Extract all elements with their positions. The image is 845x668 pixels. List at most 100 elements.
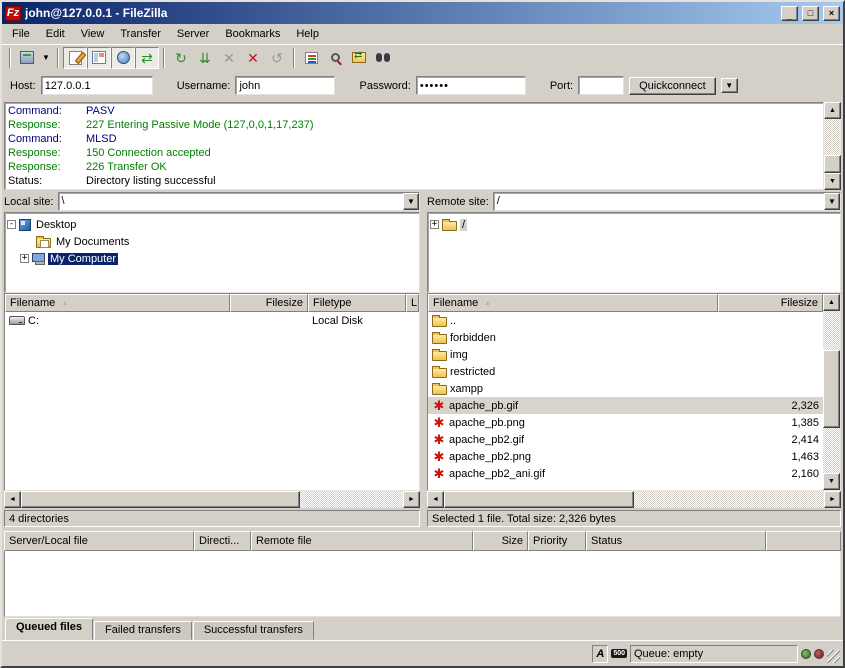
file-row[interactable]: forbidden <box>428 329 823 346</box>
tree-item-label: Desktop <box>34 219 78 231</box>
scroll-left-button[interactable]: ◄ <box>4 491 21 508</box>
username-input[interactable] <box>235 76 335 95</box>
column-header-remote-file[interactable]: Remote file <box>251 531 473 551</box>
password-input[interactable] <box>416 76 526 95</box>
quickconnect-dropdown-button[interactable]: ▼ <box>721 78 738 93</box>
folder-icon <box>442 221 457 231</box>
file-search-button[interactable] <box>323 47 347 69</box>
filter-button[interactable] <box>299 47 323 69</box>
disconnect-button[interactable]: ✕ <box>241 47 265 69</box>
column-header-filesize[interactable]: Filesize <box>718 294 823 312</box>
scroll-down-button[interactable]: ▼ <box>824 173 841 190</box>
file-row-c-drive[interactable]: C: Local Disk <box>5 312 419 329</box>
remote-site-combobox[interactable]: / ▼ <box>493 192 841 211</box>
menu-file[interactable]: File <box>4 26 38 42</box>
expand-icon[interactable]: + <box>430 220 439 229</box>
quickconnect-button[interactable]: Quickconnect <box>629 77 716 95</box>
menu-server[interactable]: Server <box>169 26 217 42</box>
local-tree-icon <box>92 51 106 64</box>
toggle-transfer-queue-button[interactable]: ⇄ <box>135 47 159 69</box>
column-header-filename[interactable]: Filename▲ <box>5 294 230 312</box>
find-files-button[interactable] <box>371 47 395 69</box>
column-header-filetype[interactable]: Filetype <box>308 294 406 312</box>
tab-failed-transfers[interactable]: Failed transfers <box>94 621 192 640</box>
column-header-server-local-file[interactable]: Server/Local file <box>4 531 194 551</box>
log-label: Response: <box>8 118 86 132</box>
refresh-icon: ↻ <box>175 51 187 65</box>
column-header-priority[interactable]: Priority <box>528 531 586 551</box>
column-header-filename[interactable]: Filename▲ <box>428 294 718 312</box>
column-header-last-modified[interactable]: L <box>406 294 419 312</box>
file-row[interactable]: restricted <box>428 363 823 380</box>
scroll-up-button[interactable]: ▲ <box>823 294 840 311</box>
file-row[interactable]: apache_pb2_ani.gif 2,160 <box>428 465 823 482</box>
remote-vertical-scrollbar[interactable]: ▲ ▼ <box>823 294 840 490</box>
toggle-remote-tree-button[interactable] <box>111 47 135 69</box>
file-row[interactable]: img <box>428 346 823 363</box>
toggle-message-log-button[interactable] <box>63 47 87 69</box>
file-row[interactable]: apache_pb2.png 1,463 <box>428 448 823 465</box>
host-input[interactable] <box>41 76 153 95</box>
image-file-icon <box>432 450 446 463</box>
scrollbar-thumb[interactable] <box>444 491 634 508</box>
pane-splitter[interactable] <box>420 191 427 529</box>
scrollbar-thumb[interactable] <box>823 350 840 428</box>
port-input[interactable] <box>578 76 624 95</box>
refresh-button[interactable]: ↻ <box>169 47 193 69</box>
chevron-down-icon[interactable]: ▼ <box>824 193 840 210</box>
maximize-button[interactable]: □ <box>802 6 819 21</box>
local-site-combobox[interactable]: \ ▼ <box>58 192 420 211</box>
menu-bookmarks[interactable]: Bookmarks <box>217 26 288 42</box>
expand-icon[interactable]: + <box>20 254 29 263</box>
file-size: 2,326 <box>718 400 823 412</box>
menu-help[interactable]: Help <box>288 26 327 42</box>
remote-list-header: Filename▲ Filesize <box>428 294 823 312</box>
column-header-filesize[interactable]: Filesize <box>230 294 308 312</box>
chevron-down-icon[interactable]: ▼ <box>403 193 419 210</box>
collapse-icon[interactable]: - <box>7 220 16 229</box>
site-manager-dropdown-button[interactable]: ▼ <box>39 47 53 69</box>
tree-item-my-documents[interactable]: My Documents <box>7 233 417 250</box>
tree-item-desktop[interactable]: - Desktop <box>7 216 417 233</box>
menu-transfer[interactable]: Transfer <box>112 26 169 42</box>
file-row[interactable]: .. <box>428 312 823 329</box>
local-horizontal-scrollbar[interactable]: ◄ ► <box>4 491 420 508</box>
scrollbar-thumb[interactable] <box>824 155 841 173</box>
file-row[interactable]: apache_pb.png 1,385 <box>428 414 823 431</box>
menu-edit[interactable]: Edit <box>38 26 73 42</box>
log-vertical-scrollbar[interactable]: ▲ ▼ <box>824 102 841 190</box>
remote-horizontal-scrollbar[interactable]: ◄ ► <box>427 491 841 508</box>
scroll-left-button[interactable]: ◄ <box>427 491 444 508</box>
toolbar-separator <box>57 48 59 68</box>
toggle-local-tree-button[interactable] <box>87 47 111 69</box>
minimize-button[interactable]: _ <box>781 6 798 21</box>
column-header-status[interactable]: Status <box>586 531 766 551</box>
folder-icon <box>432 351 447 361</box>
local-directory-tree: - Desktop My Documents + My Computer <box>4 212 420 293</box>
ascii-mode-icon: A <box>596 648 604 660</box>
file-row-selected[interactable]: apache_pb.gif 2,326 <box>428 397 823 414</box>
menu-view[interactable]: View <box>73 26 113 42</box>
tab-successful-transfers[interactable]: Successful transfers <box>193 621 314 640</box>
site-manager-button[interactable] <box>15 47 39 69</box>
process-queue-button[interactable]: ⇊ <box>193 47 217 69</box>
close-button[interactable]: × <box>823 6 840 21</box>
file-row[interactable]: apache_pb2.gif 2,414 <box>428 431 823 448</box>
column-header-direction[interactable]: Directi... <box>194 531 251 551</box>
synchronized-browsing-button[interactable] <box>347 47 371 69</box>
message-log-icon <box>69 51 82 65</box>
scroll-right-button[interactable]: ► <box>403 491 420 508</box>
column-header-size[interactable]: Size <box>473 531 528 551</box>
tab-queued-files[interactable]: Queued files <box>5 618 93 640</box>
scroll-up-button[interactable]: ▲ <box>824 102 841 119</box>
reconnect-button: ↺ <box>265 47 289 69</box>
window-title: john@127.0.0.1 - FileZilla <box>25 6 777 20</box>
tree-item-label: My Computer <box>48 253 118 265</box>
tree-item-root[interactable]: + / <box>430 216 838 233</box>
tree-item-my-computer[interactable]: + My Computer <box>7 250 417 267</box>
resize-grip[interactable] <box>827 650 840 663</box>
scrollbar-thumb[interactable] <box>21 491 300 508</box>
scroll-down-button[interactable]: ▼ <box>823 473 840 490</box>
scroll-right-button[interactable]: ► <box>824 491 841 508</box>
file-row[interactable]: xampp <box>428 380 823 397</box>
